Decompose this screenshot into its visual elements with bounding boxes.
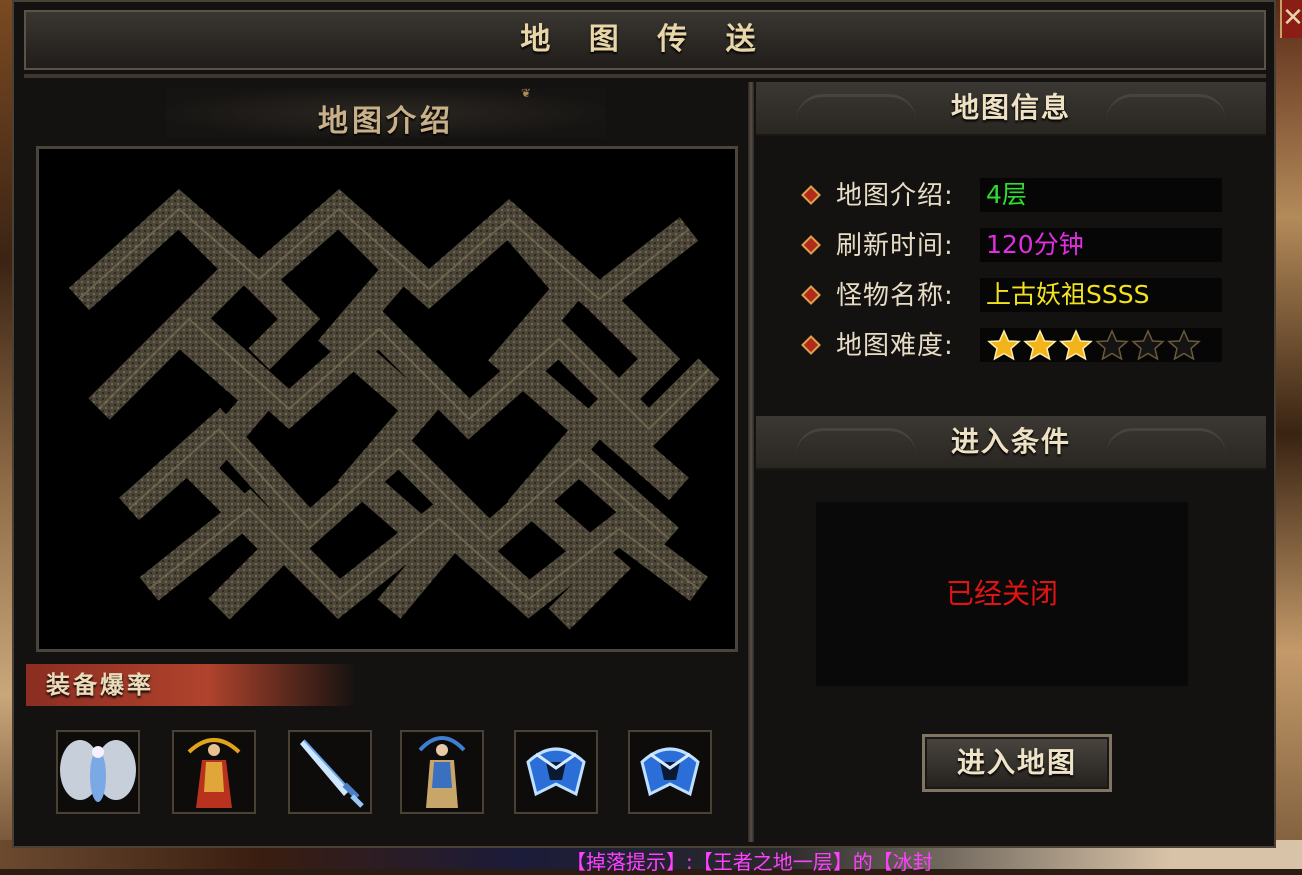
info-value-box: 120分钟: [980, 228, 1222, 262]
diamond-bullet-icon: [801, 285, 821, 305]
drop-item-slot[interactable]: [400, 730, 484, 814]
maze-map-image: [36, 146, 738, 652]
blue-goddess-armor-icon: [418, 736, 466, 808]
diamond-bullet-icon: [801, 185, 821, 205]
map-info-header: 地图信息: [756, 82, 1266, 136]
white-wings-armor-icon: [60, 740, 136, 802]
info-row-monster: 怪物名称: 上古妖祖SSSS: [801, 278, 1224, 314]
monster-name-value: 上古妖祖SSSS: [986, 280, 1150, 309]
drops-header: 装备爆率: [26, 664, 356, 706]
info-label: 怪物名称:: [836, 281, 954, 311]
enter-map-button[interactable]: 进入地图: [922, 734, 1112, 792]
difficulty-stars: [986, 328, 1202, 362]
map-intro-title: 地图介绍: [318, 104, 454, 139]
conditions-header: 进入条件: [756, 416, 1266, 470]
title-divider: [24, 74, 1266, 78]
blue-helmet-icon: [526, 747, 586, 797]
info-row-refresh: 刷新时间: 120分钟: [801, 228, 1224, 264]
map-intro-header: ❦ 地图介绍: [166, 87, 606, 139]
chat-message: 【掉落提示】:【王者之地一层】的【冰封: [566, 850, 933, 874]
conditions-status: 已经关闭: [945, 577, 1058, 610]
drop-item-slot[interactable]: [628, 730, 712, 814]
ice-sword-icon: [300, 739, 364, 808]
info-label: 地图介绍:: [836, 181, 954, 211]
drop-item-slot[interactable]: [514, 730, 598, 814]
window-title: 地 图 传 送: [520, 22, 770, 57]
map-preview-section: ❦ 地图介绍 装备爆率: [26, 82, 748, 842]
info-label: 地图难度:: [836, 331, 954, 361]
conditions-box: 已经关闭: [816, 502, 1188, 686]
section-divider: [748, 82, 754, 842]
map-teleport-window: 地 图 传 送 ❦ 地图介绍 装备爆率 地图信息 地图介绍: 4层 刷新时间: …: [12, 0, 1276, 848]
title-bar: 地 图 传 送: [24, 10, 1266, 70]
info-value-box: 上古妖祖SSSS: [980, 278, 1222, 312]
info-row-intro: 地图介绍: 4层: [801, 178, 1224, 214]
map-info-title: 地图信息: [950, 91, 1071, 124]
maze-map-graphic: [68, 188, 720, 630]
drop-item-slot[interactable]: [288, 730, 372, 814]
diamond-bullet-icon: [801, 335, 821, 355]
refresh-time-value: 120分钟: [986, 230, 1084, 259]
diamond-bullet-icon: [801, 235, 821, 255]
drops-title: 装备爆率: [46, 671, 154, 699]
floor-count-value: 4层: [986, 180, 1027, 209]
star-empty-icon: [1131, 329, 1165, 361]
info-value-box: [980, 328, 1222, 362]
close-icon[interactable]: ✕: [1280, 0, 1302, 38]
star-empty-icon: [1167, 329, 1201, 361]
star-filled-icon: [1059, 329, 1093, 361]
blue-helmet-icon: [640, 747, 700, 797]
star-filled-icon: [987, 329, 1021, 361]
star-empty-icon: [1095, 329, 1129, 361]
star-filled-icon: [1023, 329, 1057, 361]
info-label: 刷新时间:: [836, 231, 954, 261]
map-info-section: 地图信息 地图介绍: 4层 刷新时间: 120分钟 怪物名称: 上古妖祖SSSS: [756, 82, 1266, 842]
enter-map-label: 进入地图: [956, 746, 1077, 779]
drop-item-slot[interactable]: [172, 730, 256, 814]
golden-goddess-armor-icon: [187, 738, 241, 808]
drop-item-slot[interactable]: [56, 730, 140, 814]
conditions-title: 进入条件: [950, 425, 1071, 458]
game-background-right: [1276, 0, 1302, 869]
info-row-difficulty: 地图难度:: [801, 328, 1224, 364]
info-value-box: 4层: [980, 178, 1222, 212]
